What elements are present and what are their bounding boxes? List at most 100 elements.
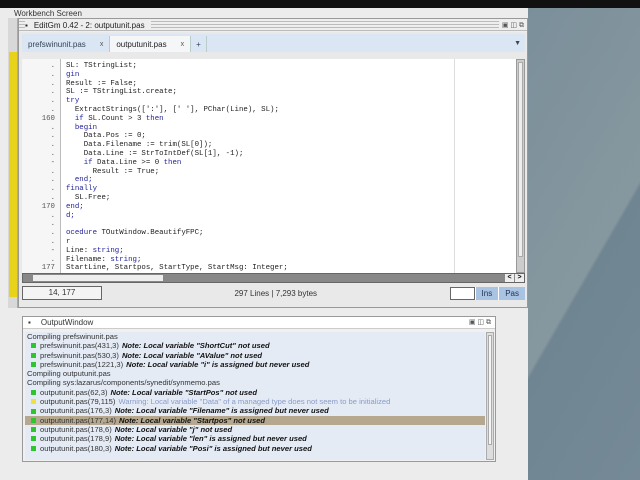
line-number: . (50, 150, 55, 158)
window-controls-icon[interactable]: ▣ ◫ ⧉ (498, 21, 527, 30)
code-token: ExtractStrings([':'], [' '], PChar(Line)… (66, 106, 279, 114)
vertical-scrollbar[interactable] (486, 332, 494, 460)
close-tab-icon[interactable]: x (181, 41, 185, 48)
note-icon (31, 408, 36, 414)
message-text: Note: Local variable "Posi" is assigned … (114, 443, 312, 453)
code-line: . Data.Pos := 0; (22, 132, 516, 141)
code-editor[interactable]: . SL: TStringList;. gin. Result := False;. S… (22, 59, 516, 273)
code-line: . Result := True; (22, 168, 516, 177)
line-number: . (50, 106, 55, 114)
message-text: Note: Local variable "ShortCut" not used (121, 341, 270, 351)
scroll-thumb[interactable] (488, 335, 492, 445)
message-row[interactable]: Compiling sys:lazarus/components/synedit… (25, 378, 485, 387)
message-location: outputunit.pas(178,6) (40, 424, 112, 434)
message-text: Note: Local variable "i" is assigned but… (126, 359, 310, 369)
scroll-thumb[interactable] (518, 62, 523, 257)
code-text: if SL.Count > 3 then (66, 115, 164, 124)
vertical-scrollbar[interactable] (516, 59, 525, 273)
code-line: . finally (22, 185, 516, 194)
code-text: SL.Free; (66, 194, 111, 203)
line-number: . (50, 185, 55, 194)
code-line: . Result := False; (22, 80, 516, 89)
message-row[interactable]: outputunit.pas(176,3) Note: Local variabl… (25, 406, 485, 415)
message-row[interactable]: prefswinunit.pas(530,3) Note: Local varia… (25, 351, 485, 360)
code-line: . SL: TStringList; (22, 62, 516, 71)
code-token: begin (66, 123, 98, 132)
tab-outputunit[interactable]: outputunit.pas x (110, 36, 192, 52)
message-location: outputunit.pas(79,115) (40, 397, 116, 407)
note-icon (31, 427, 36, 433)
code-text: Result := False; (66, 80, 137, 89)
code-token: ocedure (66, 229, 102, 238)
scroll-thumb[interactable] (33, 275, 163, 281)
note-icon (31, 362, 36, 368)
line-number: . (50, 79, 55, 88)
message-location: outputunit.pas(180,3) (40, 443, 112, 453)
message-location: outputunit.pas(177,14) (40, 415, 116, 425)
message-row[interactable]: outputunit.pas(62,3) Note: Local variable… (25, 388, 485, 397)
code-token: string; (110, 255, 142, 264)
tab-prefswinunit[interactable]: prefswinunit.pas x (22, 36, 111, 52)
code-text: if Data.Line >= 0 then (66, 158, 182, 168)
code-line: . Data.Line := StrToIntDef(SL[1], -1); (22, 150, 516, 159)
scroll-left-icon[interactable]: < (505, 274, 514, 282)
message-text: Note: Local variable "len" is assigned b… (114, 434, 307, 444)
message-text: Note: Local variable "AValue" not used (121, 350, 263, 360)
code-text: begin (66, 124, 97, 133)
line-number: - (50, 158, 55, 167)
add-tab-button[interactable]: + (191, 36, 207, 52)
insert-mode[interactable]: Ins (474, 286, 499, 300)
message-row[interactable]: outputunit.pas(79,115) Warning: Local var… (25, 397, 485, 406)
line-number: . (50, 70, 55, 79)
code-line: 170 end; (22, 203, 516, 212)
line-number: . (50, 176, 55, 185)
window-controls-icon[interactable]: ▣ ◫ ⧉ (469, 318, 491, 327)
message-location: outputunit.pas(178,9) (40, 434, 112, 444)
message-list[interactable]: Compiling prefswinunit.pas prefswinunit.p… (25, 332, 485, 460)
code-line: . ocedure TOutWindow.BeautifyFPC; (22, 229, 516, 238)
message-row[interactable]: Compiling outputunit.pas (25, 369, 485, 378)
line-number: . (50, 167, 55, 176)
message-row[interactable]: Compiling prefswinunit.pas (25, 332, 485, 341)
message-row[interactable]: outputunit.pas(178,6) Note: Local variabl… (25, 425, 485, 434)
code-text: ocedure TOutWindow.BeautifyFPC; (66, 229, 204, 238)
code-token: Result := True; (66, 167, 160, 176)
note-icon (31, 343, 36, 349)
code-text: StartLine, Startpos, StartType, StartMsg… (66, 264, 288, 273)
close-tab-icon[interactable]: x (100, 41, 104, 48)
scroll-right-icon[interactable]: > (515, 274, 524, 282)
note-icon (31, 352, 36, 358)
message-text: Note: Local variable "Startpos" not used (119, 415, 266, 425)
message-row[interactable]: prefswinunit.pas(431,3) Note: Local varia… (25, 341, 485, 350)
horizontal-scrollbar[interactable]: < > (22, 273, 525, 283)
message-text: Warning: Local variable "Data" of a mana… (118, 397, 391, 407)
code-token: Filename: (66, 255, 111, 264)
code-token: Data.Pos := 0; (66, 132, 146, 141)
note-icon (31, 436, 36, 442)
code-token: Result := False; (66, 79, 137, 88)
code-token: then (163, 158, 182, 167)
close-icon[interactable]: ▪ (25, 21, 34, 30)
message-row[interactable]: prefswinunit.pas(1221,3) Note: Local vari… (25, 360, 485, 369)
chevron-down-icon[interactable]: ▼ (514, 40, 521, 47)
syntax-mode[interactable]: Pas (498, 286, 525, 300)
top-bar (0, 0, 640, 8)
message-row[interactable]: outputunit.pas(178,9) Note: Local variabl… (25, 434, 485, 443)
editor-titlebar[interactable]: ▪ EditGm 0.42 - 2: outputunit.pas ▣ ◫ ⧉ (19, 19, 527, 32)
status-bar: 14, 177 297 Lines | 7,293 bytes Ins Pas (22, 285, 525, 301)
code-token: Data.Line := StrToIntDef(SL[1], -1); (66, 150, 244, 158)
code-line: . Filename: string; (22, 256, 516, 265)
code-token: SL.Free; (66, 194, 111, 202)
tab-bar: prefswinunit.pas x outputunit.pas x + ▼ (22, 34, 525, 52)
message-row[interactable]: outputunit.pas(180,3) Note: Local variabl… (25, 444, 485, 453)
code-token: end; (66, 202, 84, 211)
code-text: SL := TStringList.create; (66, 88, 177, 97)
code-token: Line: (66, 246, 93, 255)
close-icon[interactable]: ▪ (28, 318, 31, 327)
message-row[interactable]: outputunit.pas(177,14) Note: Local variab… (25, 415, 485, 425)
message-text: Note: Local variable "j" not used (114, 424, 233, 434)
code-line: . d; (22, 212, 516, 221)
code-line: . SL := TStringList.create; (22, 88, 516, 97)
code-line: . begin (22, 124, 516, 133)
output-titlebar[interactable]: ▪ OutputWindow ▣ ◫ ⧉ (23, 317, 495, 329)
